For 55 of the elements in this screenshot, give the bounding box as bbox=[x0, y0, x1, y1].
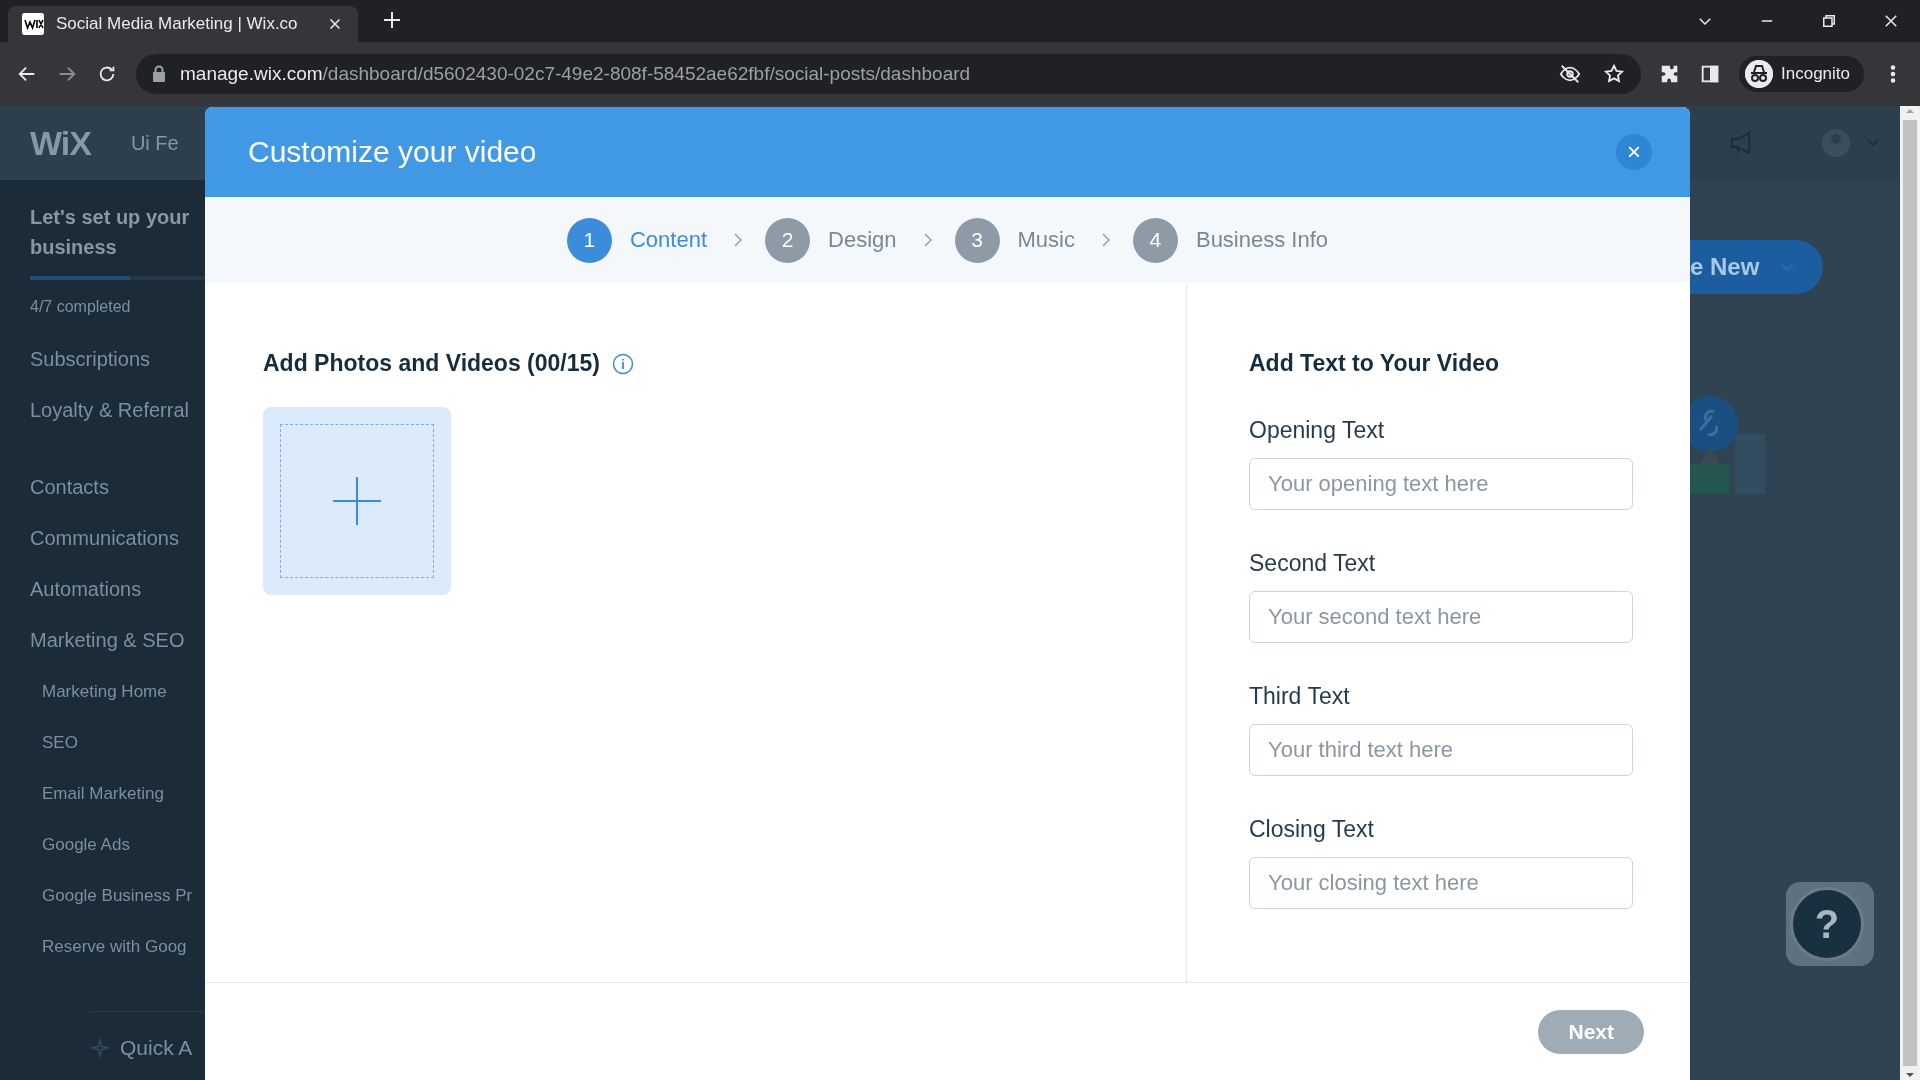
site-name[interactable]: Ui Fe bbox=[130, 131, 179, 155]
section-heading: Add Text to Your Video bbox=[1249, 350, 1501, 377]
restore-icon[interactable] bbox=[1820, 12, 1838, 30]
sidebar-item[interactable]: Google Ads bbox=[30, 819, 205, 870]
info-icon[interactable] bbox=[612, 352, 634, 375]
step-tab[interactable]: 2 Design bbox=[765, 217, 897, 263]
url-text: manage.wix.com/dashboard/d5602430-02c7-49e2-808f-58452ae62fbf/social-posts/dashboard bbox=[180, 63, 971, 85]
profile-button[interactable]: Incognito bbox=[1739, 56, 1864, 92]
sidebar-item[interactable]: Marketing & SEO bbox=[30, 615, 205, 666]
browser-tab[interactable]: Social Media Marketing | Wix.co bbox=[8, 6, 358, 42]
progress-text: 4/7 completed bbox=[30, 298, 132, 316]
site-favicon bbox=[22, 13, 44, 35]
sparkle-icon bbox=[90, 1038, 110, 1058]
text-field[interactable]: Your opening text here bbox=[1249, 458, 1633, 510]
sidebar-item[interactable]: Automations bbox=[30, 564, 205, 615]
text-field[interactable]: Your closing text here bbox=[1249, 857, 1633, 909]
scrollbar[interactable] bbox=[1900, 106, 1920, 1080]
incognito-icon bbox=[1745, 60, 1773, 88]
sidebar-item[interactable]: Google Business Pr bbox=[30, 870, 205, 921]
tab-title: Social Media Marketing | Wix.co bbox=[56, 14, 299, 34]
side-panel-icon[interactable] bbox=[1699, 63, 1721, 85]
sidebar-item[interactable]: Communications bbox=[30, 513, 205, 564]
field-label: Third Text bbox=[1249, 683, 1351, 710]
step-tab[interactable]: 3 Music bbox=[954, 217, 1075, 263]
sidebar-item[interactable]: SEO bbox=[30, 717, 205, 768]
star-icon[interactable] bbox=[1603, 63, 1625, 85]
sidebar-item[interactable]: Subscriptions bbox=[30, 334, 205, 385]
scroll-down-icon[interactable] bbox=[1905, 1070, 1915, 1080]
plus-icon bbox=[333, 477, 381, 525]
chevron-right-icon bbox=[1100, 232, 1111, 248]
chevron-right-icon bbox=[733, 232, 743, 248]
setup-heading: Let's set up your business bbox=[30, 205, 191, 260]
sidebar-item[interactable]: Marketing Home bbox=[30, 666, 205, 717]
create-new-button[interactable]: e New bbox=[1690, 240, 1824, 294]
text-field[interactable]: Your third text here bbox=[1249, 724, 1633, 776]
wix-logo: WiX bbox=[30, 123, 91, 163]
sidebar-item[interactable]: Email Marketing bbox=[30, 768, 205, 819]
close-icon[interactable] bbox=[1882, 12, 1900, 30]
sidebar-item[interactable]: Contacts bbox=[30, 462, 205, 513]
field-label: Closing Text bbox=[1249, 816, 1375, 843]
address-bar[interactable]: manage.wix.com/dashboard/d5602430-02c7-49e2-808f-58452ae62fbf/social-posts/dashboard bbox=[136, 54, 1641, 94]
eye-off-icon[interactable] bbox=[1559, 63, 1581, 85]
section-heading: Add Photos and Videos (00/15) bbox=[263, 350, 600, 377]
close-button[interactable]: × bbox=[1616, 134, 1652, 170]
dialog-title: Customize your video bbox=[248, 135, 537, 169]
field-label: Opening Text bbox=[1249, 417, 1386, 444]
text-field[interactable]: Your second text here bbox=[1249, 591, 1633, 643]
lock-icon bbox=[152, 65, 166, 83]
sidebar-item[interactable]: Loyalty & Referral bbox=[30, 385, 205, 436]
field-label: Second Text bbox=[1249, 550, 1377, 577]
help-button[interactable]: ? bbox=[1786, 882, 1874, 966]
step-tab[interactable]: 1 Content bbox=[566, 217, 707, 263]
step-tab[interactable]: 4 Business Info bbox=[1132, 217, 1329, 263]
chevron-right-icon bbox=[922, 232, 933, 248]
sidebar-item[interactable]: Reserve with Goog bbox=[30, 921, 205, 972]
